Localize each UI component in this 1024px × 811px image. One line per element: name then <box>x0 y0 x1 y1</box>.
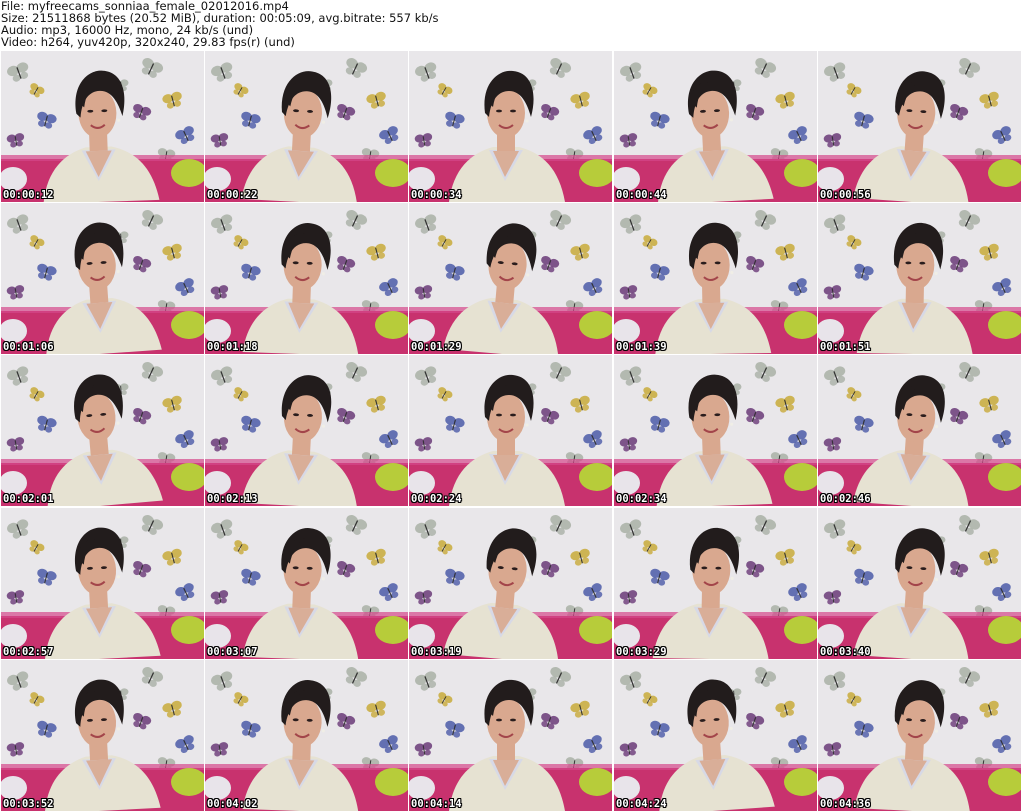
frame-timestamp: 00:02:46 <box>820 493 871 505</box>
frame-image <box>818 51 1021 202</box>
frame-image <box>818 660 1021 811</box>
frame-image <box>614 660 817 811</box>
frame-timestamp: 00:01:18 <box>207 341 258 353</box>
frame-image <box>818 508 1021 659</box>
frame-image <box>205 203 408 354</box>
video-frame-thumbnail: 00:04:36 <box>818 660 1021 811</box>
frame-timestamp: 00:02:34 <box>616 493 667 505</box>
frame-timestamp: 00:03:40 <box>820 646 871 658</box>
frame-timestamp: 00:03:19 <box>411 646 462 658</box>
video-frame-thumbnail: 00:02:34 <box>614 355 817 506</box>
frame-timestamp: 00:01:51 <box>820 341 871 353</box>
frame-timestamp: 00:00:44 <box>616 189 667 201</box>
frame-image <box>614 203 817 354</box>
frame-image <box>1 355 204 506</box>
video-frame-thumbnail: 00:03:40 <box>818 508 1021 659</box>
thumbnail-grid: 00:00:12 00:00:22 00:00:34 00:00:44 00:00:56… <box>0 51 1024 811</box>
video-frame-thumbnail: 00:03:07 <box>205 508 408 659</box>
video-frame-thumbnail: 00:00:56 <box>818 51 1021 202</box>
frame-image <box>205 660 408 811</box>
frame-image <box>818 203 1021 354</box>
frame-timestamp: 00:01:06 <box>3 341 54 353</box>
frame-timestamp: 00:00:22 <box>207 189 258 201</box>
video-frame-thumbnail: 00:01:51 <box>818 203 1021 354</box>
frame-timestamp: 00:04:14 <box>411 798 462 810</box>
frame-image <box>1 51 204 202</box>
frame-image <box>614 355 817 506</box>
frame-timestamp: 00:04:36 <box>820 798 871 810</box>
video-frame-thumbnail: 00:04:02 <box>205 660 408 811</box>
frame-image <box>409 203 612 354</box>
video-frame-thumbnail: 00:04:14 <box>409 660 612 811</box>
frame-image <box>205 355 408 506</box>
video-frame-thumbnail: 00:02:01 <box>1 355 204 506</box>
frame-timestamp: 00:00:34 <box>411 189 462 201</box>
video-info-line: Video: h264, yuv420p, 320x240, 29.83 fps… <box>1 35 295 49</box>
video-frame-thumbnail: 00:00:12 <box>1 51 204 202</box>
frame-image <box>409 508 612 659</box>
video-frame-thumbnail: 00:00:34 <box>409 51 612 202</box>
video-frame-thumbnail: 00:03:19 <box>409 508 612 659</box>
video-frame-thumbnail: 00:03:29 <box>614 508 817 659</box>
frame-image <box>614 508 817 659</box>
video-frame-thumbnail: 00:01:39 <box>614 203 817 354</box>
frame-image <box>409 51 612 202</box>
frame-timestamp: 00:04:02 <box>207 798 258 810</box>
frame-image <box>1 508 204 659</box>
frame-image <box>1 203 204 354</box>
video-frame-thumbnail: 00:01:29 <box>409 203 612 354</box>
frame-timestamp: 00:02:01 <box>3 493 54 505</box>
file-info-header: File: myfreecams_sonniaa_female_02012016… <box>0 0 1024 50</box>
frame-timestamp: 00:01:29 <box>411 341 462 353</box>
frame-image <box>205 508 408 659</box>
frame-image <box>409 355 612 506</box>
frame-image <box>818 355 1021 506</box>
video-frame-thumbnail: 00:00:22 <box>205 51 408 202</box>
video-frame-thumbnail: 00:04:24 <box>614 660 817 811</box>
frame-image <box>205 51 408 202</box>
frame-timestamp: 00:03:29 <box>616 646 667 658</box>
frame-timestamp: 00:02:13 <box>207 493 258 505</box>
frame-timestamp: 00:00:12 <box>3 189 54 201</box>
frame-timestamp: 00:04:24 <box>616 798 667 810</box>
video-frame-thumbnail: 00:00:44 <box>614 51 817 202</box>
video-frame-thumbnail: 00:03:52 <box>1 660 204 811</box>
video-frame-thumbnail: 00:01:18 <box>205 203 408 354</box>
video-frame-thumbnail: 00:01:06 <box>1 203 204 354</box>
frame-image <box>614 51 817 202</box>
frame-image <box>1 660 204 811</box>
frame-timestamp: 00:03:07 <box>207 646 258 658</box>
frame-timestamp: 00:00:56 <box>820 189 871 201</box>
frame-timestamp: 00:01:39 <box>616 341 667 353</box>
video-frame-thumbnail: 00:02:24 <box>409 355 612 506</box>
frame-timestamp: 00:02:57 <box>3 646 54 658</box>
frame-timestamp: 00:03:52 <box>3 798 54 810</box>
video-frame-thumbnail: 00:02:13 <box>205 355 408 506</box>
frame-timestamp: 00:02:24 <box>411 493 462 505</box>
video-frame-thumbnail: 00:02:57 <box>1 508 204 659</box>
video-frame-thumbnail: 00:02:46 <box>818 355 1021 506</box>
frame-image <box>409 660 612 811</box>
